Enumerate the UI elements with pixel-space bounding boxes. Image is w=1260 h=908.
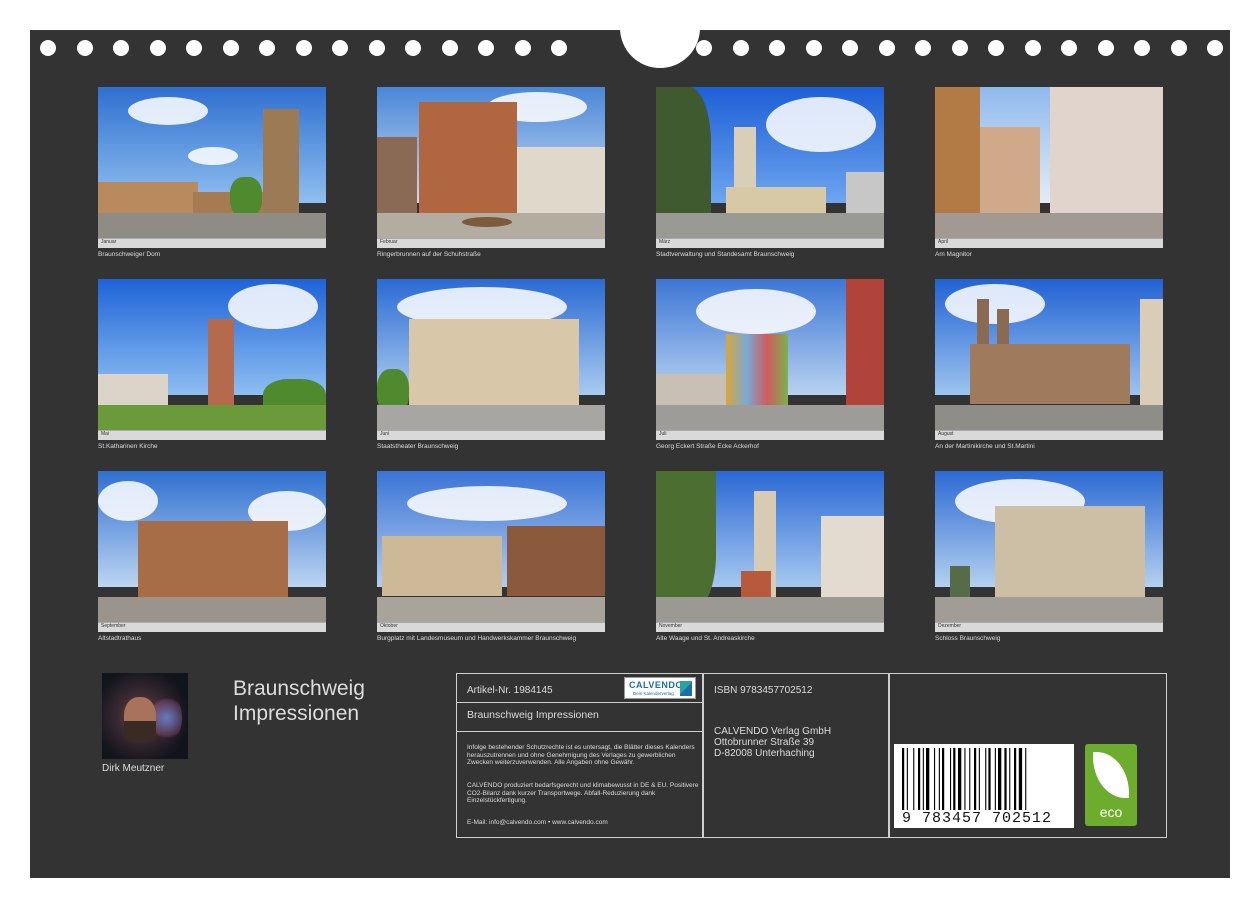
barcode-bar <box>918 748 921 810</box>
leaf-icon <box>1093 752 1129 798</box>
isbn: ISBN 9783457702512 <box>714 685 813 696</box>
barcode-bar <box>1004 748 1007 810</box>
barcode-bar <box>974 748 977 810</box>
binding-hole <box>769 40 785 56</box>
photo-november: November <box>656 471 884 632</box>
barcode-bar <box>998 748 1002 810</box>
eco-badge: eco <box>1085 744 1137 826</box>
binding-hole <box>878 40 895 56</box>
photo-mai: Mai <box>98 279 326 440</box>
barcode-bar <box>1009 748 1011 810</box>
barcode-bar <box>953 748 956 810</box>
binding-hole <box>368 40 385 56</box>
barcode-bar <box>922 748 924 810</box>
barcode-bar <box>950 748 952 810</box>
author-name: Dirk Meutzner <box>102 763 165 774</box>
photo-caption: An der Martinikirche und St.Martini <box>935 443 1035 450</box>
binding-hole <box>405 40 421 56</box>
binding-hole <box>1097 40 1114 56</box>
calvendo-logo: CALVENDO Dein Kalenderverlag <box>624 677 696 699</box>
barcode-bar <box>994 748 996 810</box>
barcode-bar <box>934 748 936 810</box>
binding-hole <box>222 40 239 56</box>
barcode-bar <box>978 748 980 810</box>
photo-januar: Januar <box>98 87 326 248</box>
author-portrait <box>102 673 188 759</box>
barcode-bar <box>1014 748 1017 810</box>
publisher-city: D-82008 Unterhaching <box>714 748 815 759</box>
photo-maerz: März <box>656 87 884 248</box>
barcode-bar <box>902 748 905 810</box>
binding-hole <box>149 40 166 56</box>
binding-hole <box>1061 40 1077 56</box>
photo-caption: Staatstheater Braunschweig <box>377 443 459 450</box>
photo-dezember: Dezember <box>935 471 1163 632</box>
photo-august: August <box>935 279 1163 440</box>
publisher-street: Ottobrunner Straße 39 <box>714 737 815 748</box>
binding-hole <box>1170 40 1187 56</box>
binding-hole <box>551 40 567 56</box>
photo-februar: Februar <box>377 87 605 248</box>
binding-hole <box>186 40 202 56</box>
binding-hole <box>842 40 858 56</box>
barcode-bar <box>913 748 915 810</box>
photo-caption: Alte Waage und St. Andreaskirche <box>656 635 755 642</box>
binding-hole <box>40 40 56 56</box>
binding-hole <box>259 40 275 56</box>
article-number: Artikel-Nr. 1984145 <box>467 685 553 696</box>
photo-caption: Braunschweiger Dom <box>98 251 161 258</box>
photo-juli: Juli <box>656 279 884 440</box>
barcode-bar <box>969 748 971 810</box>
photo-caption: Burgplatz mit Landesmuseum und Handwerks… <box>377 635 577 642</box>
product-title: Braunschweig Impressionen <box>467 709 599 721</box>
barcode-bar <box>988 748 991 810</box>
photo-caption: St.Katharinen Kirche <box>98 443 158 450</box>
copyright-notice: Infolge bestehender Schutzrechte ist es … <box>467 744 695 766</box>
calendar-subtitle: Impressionen <box>233 702 360 725</box>
photo-caption: Altstadtrathaus <box>98 635 142 642</box>
barcode-bar <box>985 748 987 810</box>
barcode-bar <box>1018 748 1023 810</box>
binding-hole <box>1024 40 1041 56</box>
eco-notice: CALVENDO produziert bedarfsgerecht und k… <box>467 782 699 804</box>
photo-caption: Am Magnitor <box>935 251 972 258</box>
barcode-bar <box>938 748 940 810</box>
binding-hole <box>732 40 749 56</box>
barcode-bar <box>1025 748 1027 810</box>
binding-hole <box>988 40 1004 56</box>
binding-hole <box>805 40 822 56</box>
photo-caption: Ringerbrunnen auf der Schuhstraße <box>377 251 481 258</box>
binding-hole <box>76 40 93 56</box>
binding-hole <box>1134 40 1150 56</box>
binding-hole <box>915 40 931 56</box>
photo-april: April <box>935 87 1163 248</box>
barcode-bar <box>958 748 962 810</box>
binding-hole <box>295 40 312 56</box>
contact-line: E-Mail: info@calvendo.com • www.calvendo… <box>467 819 608 826</box>
calendar-title: Braunschweig <box>233 677 365 700</box>
binding-hole <box>332 40 348 56</box>
barcode-bar <box>926 748 930 810</box>
calendar-back-cover: Januar Braunschweiger Dom Februar Ringer… <box>30 28 1230 878</box>
photo-caption: Stadtverwaltung und Standesamt Braunschw… <box>656 251 795 258</box>
binding-hole <box>951 40 968 56</box>
photo-caption: Georg Eckert Straße Ecke Ackerhof <box>656 443 759 450</box>
barcode-bar <box>942 748 945 810</box>
photo-juni: Juni <box>377 279 605 440</box>
binding-hole <box>441 40 458 56</box>
binding-hole <box>514 40 531 56</box>
photo-caption: Schloss Braunschweig <box>935 635 1001 642</box>
barcode-bar <box>964 748 966 810</box>
hanger-notch <box>620 28 700 68</box>
photo-september: September <box>98 471 326 632</box>
binding-hole <box>113 40 129 56</box>
isbn-barcode: 9 783457 702512 <box>894 744 1074 828</box>
barcode-bar <box>906 748 908 810</box>
photo-oktober: Oktober <box>377 471 605 632</box>
binding-hole <box>1207 40 1223 56</box>
publisher-name: CALVENDO Verlag GmbH <box>714 726 832 737</box>
binding-hole <box>696 40 712 56</box>
binding-hole <box>478 40 494 56</box>
